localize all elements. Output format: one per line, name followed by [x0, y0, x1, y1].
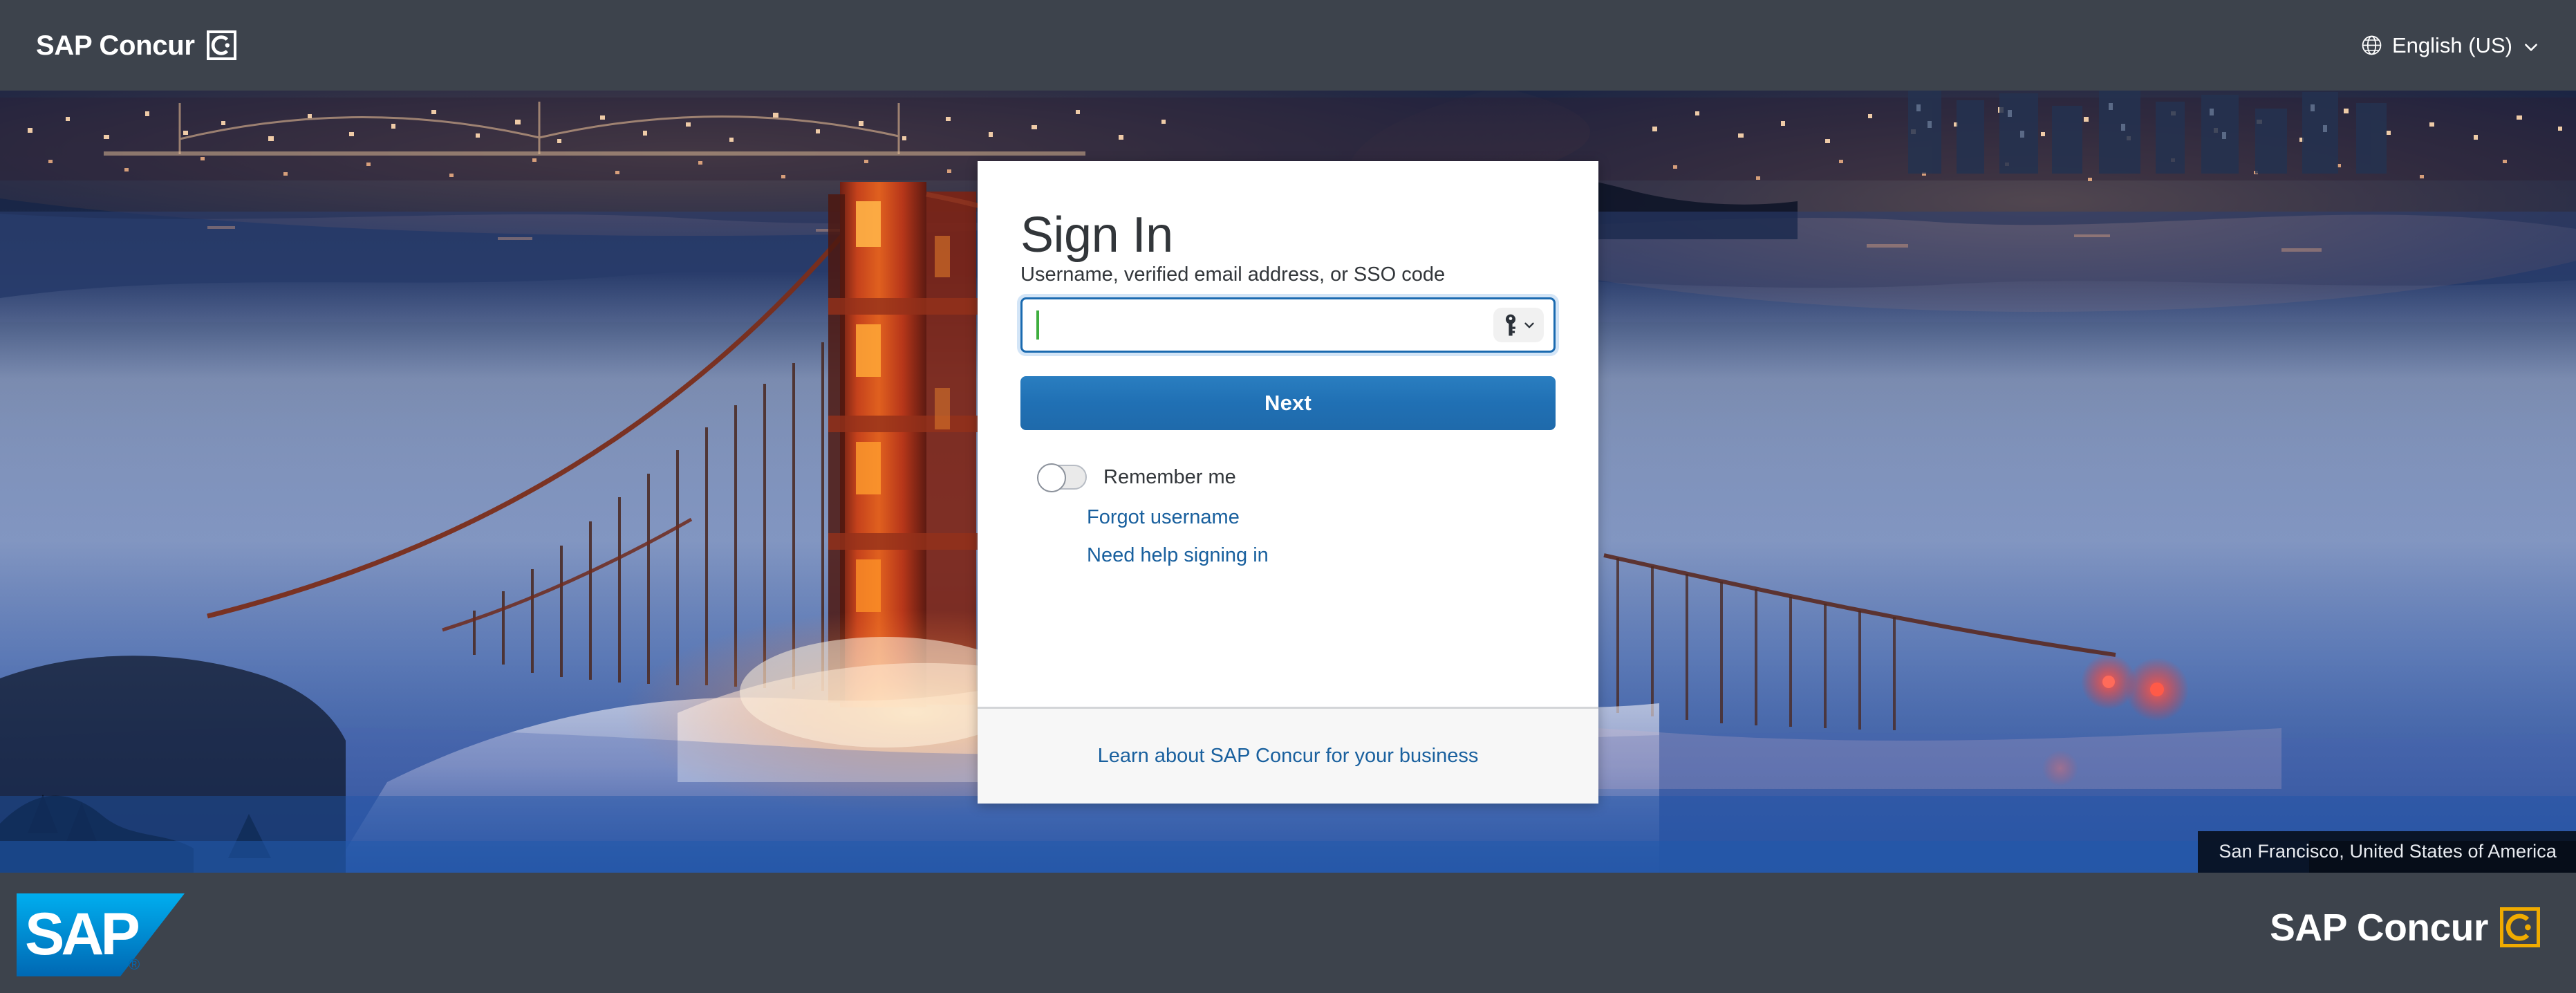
- svg-text:®: ®: [129, 956, 140, 973]
- username-input[interactable]: [1039, 299, 1493, 351]
- remember-me-row: Remember me: [1037, 463, 1556, 493]
- bottom-footer-bar: SAP ® SAP Concur: [0, 873, 2576, 993]
- login-page: SAP Concur English (US) San Francisco, U…: [0, 0, 2576, 993]
- sap-logo: SAP ®: [17, 893, 185, 976]
- sign-in-card-body: Sign In Username, verified email address…: [978, 161, 1598, 707]
- language-selector-label: English (US): [2392, 33, 2512, 57]
- svg-text:SAP: SAP: [25, 901, 138, 967]
- language-selector[interactable]: English (US): [2361, 33, 2540, 58]
- photo-credit-badge: San Francisco, United States of America: [2198, 831, 2576, 873]
- remember-me-label: Remember me: [1103, 465, 1236, 488]
- top-header-bar: SAP Concur English (US): [0, 0, 2576, 91]
- next-button[interactable]: Next: [1020, 376, 1556, 431]
- header-brand-name: SAP Concur: [36, 30, 195, 61]
- learn-about-sap-concur-link[interactable]: Learn about SAP Concur for your business: [1098, 745, 1479, 768]
- key-icon: [1502, 313, 1520, 337]
- password-manager-button[interactable]: [1493, 308, 1544, 343]
- header-brand-logo: SAP Concur: [36, 30, 236, 60]
- globe-icon: [2361, 35, 2382, 56]
- chevron-down-icon: [2522, 37, 2540, 55]
- forgot-username-link[interactable]: Forgot username: [1087, 506, 1240, 529]
- toggle-knob: [1037, 463, 1066, 493]
- forgot-username-row: Forgot username: [1087, 506, 1556, 529]
- footer-concur-brand-name: SAP Concur: [2270, 905, 2488, 949]
- concur-c-dot-icon: [206, 30, 236, 60]
- page-title: Sign In: [1020, 207, 1173, 263]
- need-help-signing-in-link[interactable]: Need help signing in: [1087, 544, 1269, 567]
- remember-me-toggle[interactable]: [1037, 463, 1087, 493]
- username-input-wrapper[interactable]: [1020, 297, 1556, 353]
- card-footer: Learn about SAP Concur for your business: [978, 707, 1598, 804]
- need-help-row: Need help signing in: [1087, 544, 1556, 567]
- chevron-down-icon: [1522, 317, 1537, 333]
- username-field-label: Username, verified email address, or SSO…: [1020, 263, 1446, 286]
- footer-concur-logo: SAP Concur: [2270, 907, 2540, 947]
- sign-in-card: Sign In Username, verified email address…: [978, 161, 1598, 804]
- concur-c-dot-icon: [2500, 907, 2540, 947]
